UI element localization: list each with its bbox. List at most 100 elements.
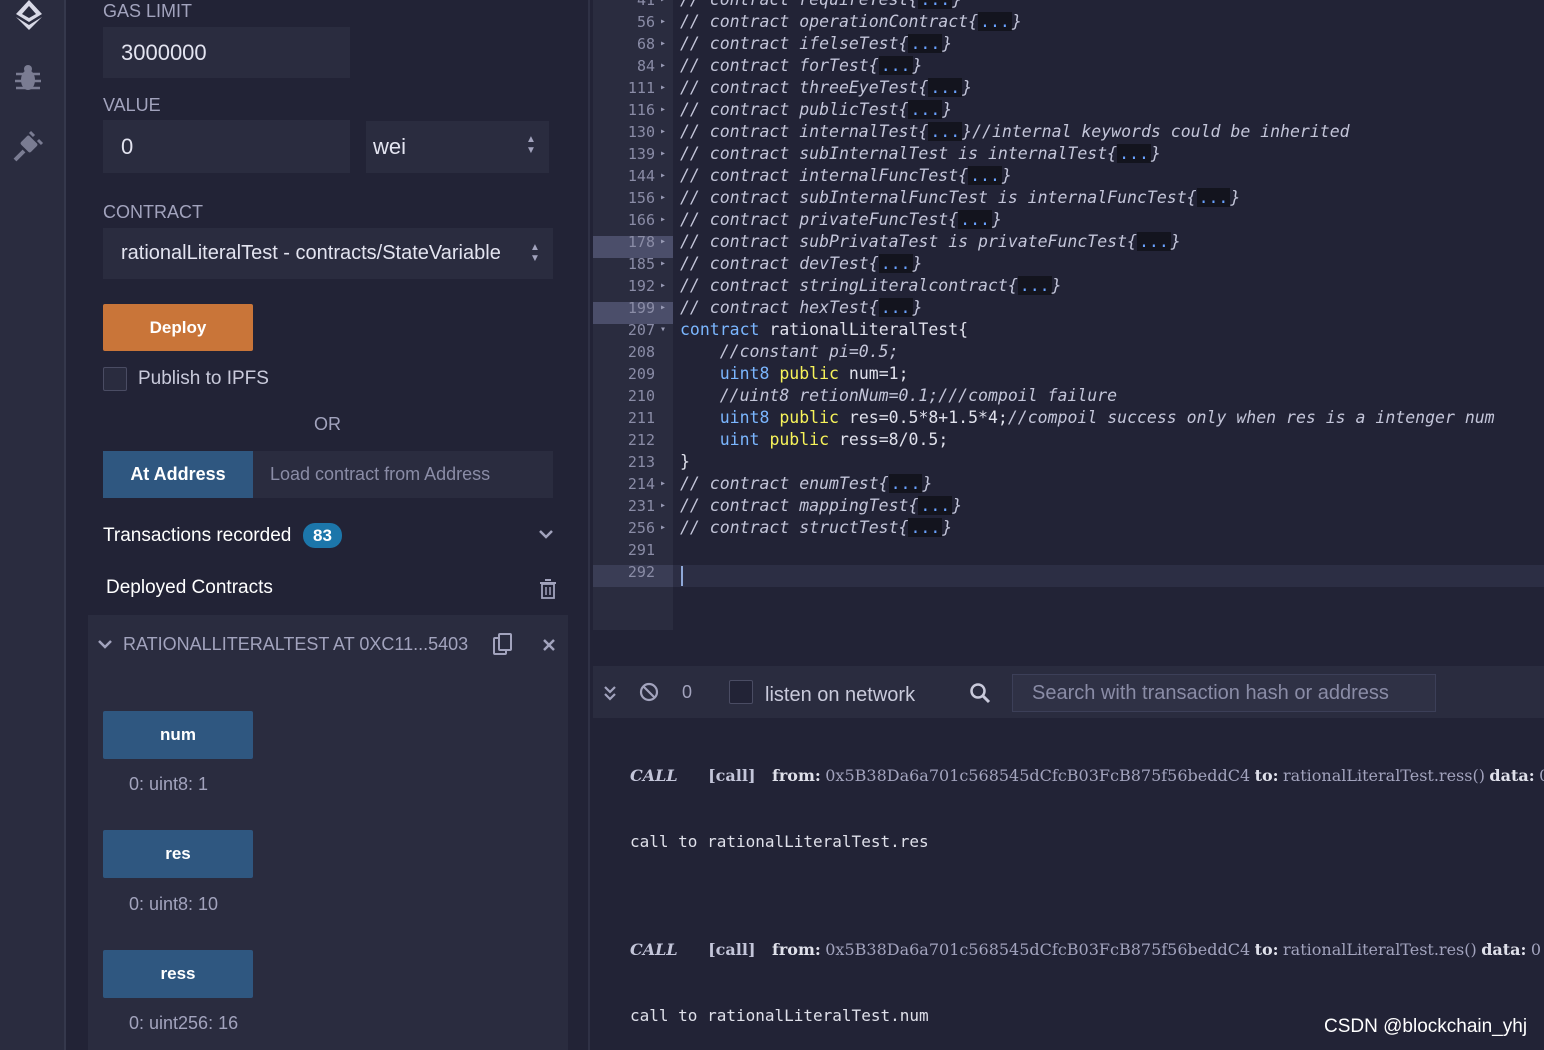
value-input[interactable]: 0 [103, 120, 350, 173]
line-number[interactable]: 84 [593, 55, 655, 77]
line-number[interactable]: 56 [593, 11, 655, 33]
line-number[interactable]: 130 [593, 121, 655, 143]
contract-select[interactable]: rationalLiteralTest - contracts/StateVar… [103, 228, 553, 279]
log-entry-2[interactable]: CALL [call] from: 0x5B38Da6a701c568545dC… [630, 940, 1544, 962]
line-number[interactable]: 111 [593, 77, 655, 99]
transaction-search-input[interactable]: Search with transaction hash or address [1012, 674, 1436, 712]
code-line: uint8 public res=0.5*8+1.5*4;//compoil s… [719, 408, 1495, 427]
line-number[interactable]: 212 [593, 429, 655, 451]
fold-collapsed-icon[interactable]: ▸ [660, 495, 666, 517]
code-line: // contract hexTest{...} [680, 298, 923, 317]
watermark: CSDN @blockchain_yhj [1324, 1016, 1528, 1037]
line-number[interactable]: 68 [593, 33, 655, 55]
line-number[interactable]: 209 [593, 363, 655, 385]
line-number[interactable]: 256 [593, 517, 655, 539]
fold-collapsed-icon[interactable]: ▸ [660, 253, 666, 275]
fold-collapsed-icon[interactable]: ▸ [660, 209, 666, 231]
gas-limit-input[interactable]: 3000000 [103, 27, 350, 78]
listen-network-checkbox[interactable] [729, 680, 753, 704]
clear-console-icon[interactable] [639, 682, 659, 702]
line-number[interactable]: 178 [593, 231, 655, 253]
publish-ipfs-checkbox[interactable] [103, 367, 127, 391]
double-chevron-down-icon[interactable] [602, 684, 618, 702]
fold-collapsed-icon[interactable]: ▸ [660, 517, 666, 539]
code-line: } [680, 452, 690, 471]
line-number[interactable]: 199 [593, 297, 655, 319]
line-number[interactable]: 210 [593, 385, 655, 407]
plugin-manager-icon[interactable] [12, 130, 44, 162]
function-button-res[interactable]: res [103, 830, 253, 878]
code-line: // contract subInternalFuncTest is inter… [680, 188, 1241, 207]
line-number[interactable]: 156 [593, 187, 655, 209]
code-line: contract rationalLiteralTest{ [680, 320, 969, 339]
code-line: // contract devTest{...} [680, 254, 923, 273]
contract-select-arrows-icon: ▲ ▼ [530, 242, 540, 264]
debugger-icon[interactable] [14, 64, 42, 94]
code-line: // contract publicTest{...} [680, 100, 953, 119]
line-number[interactable]: 116 [593, 99, 655, 121]
value-unit-select[interactable]: wei [366, 121, 549, 173]
line-number[interactable]: 139 [593, 143, 655, 165]
fold-collapsed-icon[interactable]: ▸ [660, 11, 666, 33]
line-number[interactable]: 211 [593, 407, 655, 429]
line-number[interactable]: 231 [593, 495, 655, 517]
line-number[interactable]: 166 [593, 209, 655, 231]
copy-icon[interactable] [492, 632, 514, 658]
icon-sidebar [0, 0, 66, 1050]
line-number[interactable]: 214 [593, 473, 655, 495]
line-number[interactable]: 213 [593, 451, 655, 473]
function-button-num[interactable]: num [103, 711, 253, 759]
code-line: // contract privateFuncTest{...} [680, 210, 1002, 229]
ethereum-deploy-icon[interactable] [12, 0, 46, 30]
log-entry-1[interactable]: CALL [call] from: 0x5B38Da6a701c568545dC… [630, 766, 1544, 788]
trash-icon[interactable] [539, 579, 557, 599]
line-number[interactable]: 41 [593, 0, 655, 11]
fold-collapsed-icon[interactable]: ▸ [660, 275, 666, 297]
function-button-ress[interactable]: ress [103, 950, 253, 998]
line-number[interactable]: 207 [593, 319, 655, 341]
line-number[interactable]: 185 [593, 253, 655, 275]
chevron-down-icon[interactable] [538, 528, 554, 540]
instance-title[interactable]: RATIONALLITERALTEST AT 0XC11...5403 [123, 634, 468, 655]
fold-collapsed-icon[interactable]: ▸ [660, 77, 666, 99]
fold-collapsed-icon[interactable]: ▸ [660, 473, 666, 495]
log-to: rationalLiteralTest.ress() [1283, 766, 1485, 785]
line-number[interactable]: 192 [593, 275, 655, 297]
fold-collapsed-icon[interactable]: ▸ [660, 297, 666, 319]
close-icon[interactable] [542, 638, 556, 652]
line-number[interactable]: 291 [593, 539, 655, 561]
fold-collapsed-icon[interactable]: ▸ [660, 187, 666, 209]
code-line: // contract threeEyeTest{...} [680, 78, 973, 97]
instance-chevron-down-icon[interactable] [97, 638, 113, 650]
publish-ipfs-label: Publish to IPFS [138, 368, 269, 389]
code-line: uint public ress=8/0.5; [719, 430, 949, 449]
log-kind: [call] [708, 766, 756, 785]
function-output-num: 0: uint8: 1 [129, 774, 209, 794]
fold-collapsed-icon[interactable]: ▸ [660, 99, 666, 121]
code-line: //uint8 retionNum=0.1;///compoil failure [680, 386, 1118, 405]
fold-collapsed-icon[interactable]: ▸ [660, 165, 666, 187]
fold-collapsed-icon[interactable]: ▸ [660, 121, 666, 143]
fold-collapsed-icon[interactable]: ▸ [660, 231, 666, 253]
line-number[interactable]: 208 [593, 341, 655, 363]
code-line: // contract internalFuncTest{...} [680, 166, 1012, 185]
code-line: // contract subInternalTest is internalT… [680, 144, 1161, 163]
line-number[interactable]: 292 [593, 561, 655, 583]
log-to-label: to: [1254, 940, 1279, 959]
code-line: // contract requireTest{...} [680, 0, 962, 11]
fold-collapsed-icon[interactable]: ▸ [660, 33, 666, 55]
at-address-button[interactable]: At Address [103, 451, 253, 498]
fold-collapsed-icon[interactable]: ▸ [660, 0, 666, 11]
code-line: // contract operationContract{...} [680, 12, 1022, 31]
fold-collapsed-icon[interactable]: ▸ [660, 143, 666, 165]
log-data: 0 [1530, 940, 1542, 959]
fold-expanded-icon[interactable]: ▾ [660, 319, 666, 341]
code-line: // contract stringLiteralcontract{...} [680, 276, 1062, 295]
load-address-input[interactable]: Load contract from Address [253, 451, 553, 498]
text-cursor [681, 566, 683, 586]
line-number[interactable]: 144 [593, 165, 655, 187]
log-from-label: from: [771, 940, 821, 959]
fold-collapsed-icon[interactable]: ▸ [660, 55, 666, 77]
log-tag: CALL [630, 940, 678, 959]
deploy-button[interactable]: Deploy [103, 304, 253, 351]
